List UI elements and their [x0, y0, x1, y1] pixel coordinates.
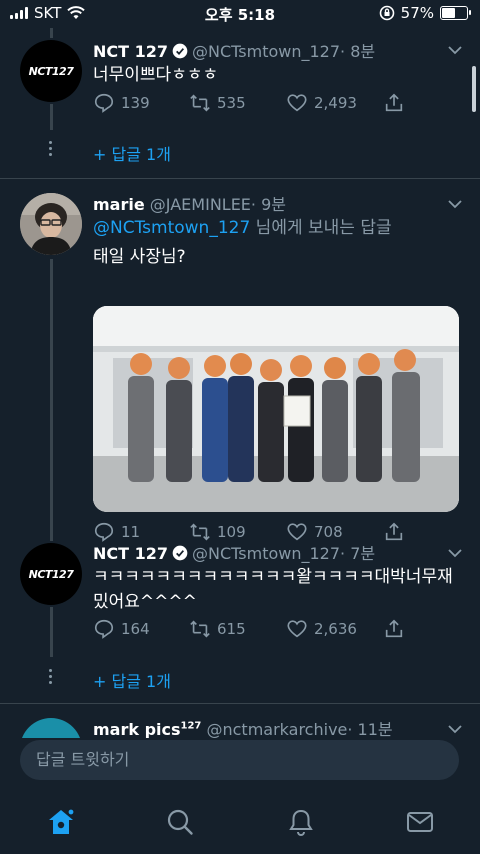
battery-percent: 57%	[400, 4, 434, 22]
reply-icon	[94, 93, 114, 113]
heart-icon	[287, 94, 307, 112]
show-more-replies-link[interactable]: + 답글 1개	[93, 668, 171, 692]
thread-line	[50, 104, 53, 130]
tweet-time: · 9분	[250, 195, 286, 214]
status-right: 57%	[379, 4, 471, 22]
retweet-button[interactable]: 535	[189, 92, 246, 114]
tab-bar	[0, 790, 480, 854]
share-button[interactable]	[383, 92, 405, 114]
battery-icon	[440, 6, 471, 20]
share-icon	[385, 93, 403, 112]
chevron-down-icon[interactable]	[448, 43, 462, 57]
tweet-text: 너무이쁘다ㅎㅎㅎ	[93, 65, 219, 85]
thread-line	[50, 259, 53, 531]
tweet[interactable]: mark pics127 @nctmarkarchive· 11분	[0, 704, 480, 738]
avatar[interactable]	[20, 718, 82, 738]
scrollbar[interactable]	[472, 66, 476, 112]
retweet-count: 535	[217, 94, 246, 112]
author-handle[interactable]: @NCTsmtown_127	[192, 544, 340, 563]
tweet-header: mark pics127 @nctmarkarchive· 11분	[93, 716, 393, 738]
verified-icon	[172, 545, 188, 561]
retweet-count: 615	[217, 620, 246, 638]
author-name[interactable]: NCT 127	[93, 42, 168, 61]
orientation-lock-icon	[379, 5, 394, 21]
thread-line	[50, 28, 53, 38]
chevron-down-icon[interactable]	[448, 722, 462, 736]
tweet-actions: 139 535 2,493	[93, 92, 453, 116]
tweet-header: NCT 127 @NCTsmtown_127· 7분	[93, 540, 375, 564]
reply-input[interactable]: 답글 트윗하기	[20, 740, 459, 780]
avatar[interactable]: NCT127	[20, 40, 82, 102]
search-icon[interactable]	[166, 808, 194, 836]
status-bar: SKT 오후 5:18 57%	[0, 0, 480, 28]
like-count: 2,493	[314, 94, 357, 112]
reply-bar: 답글 트윗하기	[0, 738, 480, 782]
reply-count: 164	[121, 620, 150, 638]
chevron-down-icon[interactable]	[448, 197, 462, 211]
reply-context: @NCTsmtown_127 님에게 보내는 답글	[93, 216, 463, 241]
tweet-text: ㅋㅋㅋㅋㅋㅋㅋㅋㅋㅋㅋㅋㅋ왈ㅋㅋㅋㅋ대박너무재밌어요^^^^	[93, 567, 453, 612]
tweet-header: marie @JAEMINLEE· 9분	[93, 191, 286, 215]
reply-to-handle[interactable]: @NCTsmtown_127	[93, 218, 250, 238]
reply-to-label: 님에게 보내는 답글	[250, 218, 392, 238]
notifications-icon[interactable]	[287, 808, 315, 836]
verified-icon	[172, 43, 188, 59]
like-count: 2,636	[314, 620, 357, 638]
timeline[interactable]: NCT127 NCT 127 @NCTsmtown_127· 8분 너무이쁘다ㅎㅎ…	[0, 28, 480, 738]
avatar-photo	[20, 193, 82, 255]
tweet-actions: 164 615 2,636	[93, 618, 453, 642]
tweet-time: · 11분	[347, 720, 393, 738]
author-handle[interactable]: @nctmarkarchive	[206, 720, 347, 738]
tweet-time: · 7분	[340, 544, 376, 563]
share-icon	[385, 619, 403, 638]
author-handle[interactable]: @JAEMINLEE	[150, 195, 251, 214]
reply-button[interactable]: 164	[93, 618, 150, 640]
reply-button[interactable]: 139	[93, 92, 150, 114]
like-button[interactable]: 2,493	[286, 92, 357, 114]
author-name[interactable]: marie	[93, 195, 145, 214]
thread-dots	[49, 669, 53, 687]
tweet[interactable]: NCT127 NCT 127 @NCTsmtown_127· 8분 너무이쁘다ㅎㅎ…	[0, 28, 480, 178]
avatar[interactable]: NCT127	[20, 543, 82, 605]
group-photo	[93, 306, 459, 512]
reply-count: 139	[121, 94, 150, 112]
tweet-text: 태일 사장님?	[93, 247, 186, 267]
reply-icon	[94, 619, 114, 639]
heart-icon	[287, 620, 307, 638]
thread-line	[50, 607, 53, 657]
author-name[interactable]: NCT 127	[93, 544, 168, 563]
chevron-down-icon[interactable]	[448, 546, 462, 560]
tweet-photo[interactable]	[93, 306, 459, 512]
home-icon[interactable]	[47, 808, 75, 836]
battery-fill	[442, 8, 455, 18]
author-name-superscript: 127	[180, 720, 202, 732]
author-handle[interactable]: @NCTsmtown_127	[192, 42, 340, 61]
share-button[interactable]	[383, 618, 405, 640]
avatar-logo: NCT127	[28, 567, 74, 581]
author-name-text: mark pics	[93, 720, 181, 738]
avatar[interactable]	[20, 193, 82, 255]
retweet-icon	[190, 620, 210, 638]
tweet[interactable]: NCT127 NCT 127 @NCTsmtown_127· 7분 ㅋㅋㅋㅋㅋㅋㅋ…	[0, 531, 480, 703]
avatar-logo: NCT127	[28, 64, 74, 78]
tweet-time: · 8분	[340, 42, 376, 61]
retweet-icon	[190, 94, 210, 112]
show-more-replies-link[interactable]: + 답글 1개	[93, 141, 171, 165]
like-button[interactable]: 2,636	[286, 618, 357, 640]
author-name[interactable]: mark pics127	[93, 720, 201, 738]
tweet[interactable]: marie @JAEMINLEE· 9분 @NCTsmtown_127 님에게 …	[0, 179, 480, 542]
tweet-header: NCT 127 @NCTsmtown_127· 8분	[93, 38, 375, 62]
thread-dots	[49, 141, 53, 159]
thread-line	[50, 531, 53, 541]
messages-icon[interactable]	[406, 808, 434, 836]
retweet-button[interactable]: 615	[189, 618, 246, 640]
